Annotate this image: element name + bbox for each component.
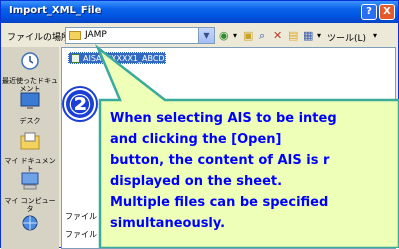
callout-line: button, the content of AIS is r [110, 153, 330, 168]
callout-text: When selecting AIS to be integ and click… [110, 108, 399, 234]
callout-line: and clicking the [Open] [110, 132, 282, 147]
callout-line: When selecting AIS to be integ [110, 111, 337, 126]
step-number: ② [68, 88, 92, 121]
callout-line: simultaneously. [110, 216, 226, 231]
callout-line: displayed on the sheet. [110, 174, 283, 189]
callout-line: Multiple files can be specified [110, 195, 329, 210]
